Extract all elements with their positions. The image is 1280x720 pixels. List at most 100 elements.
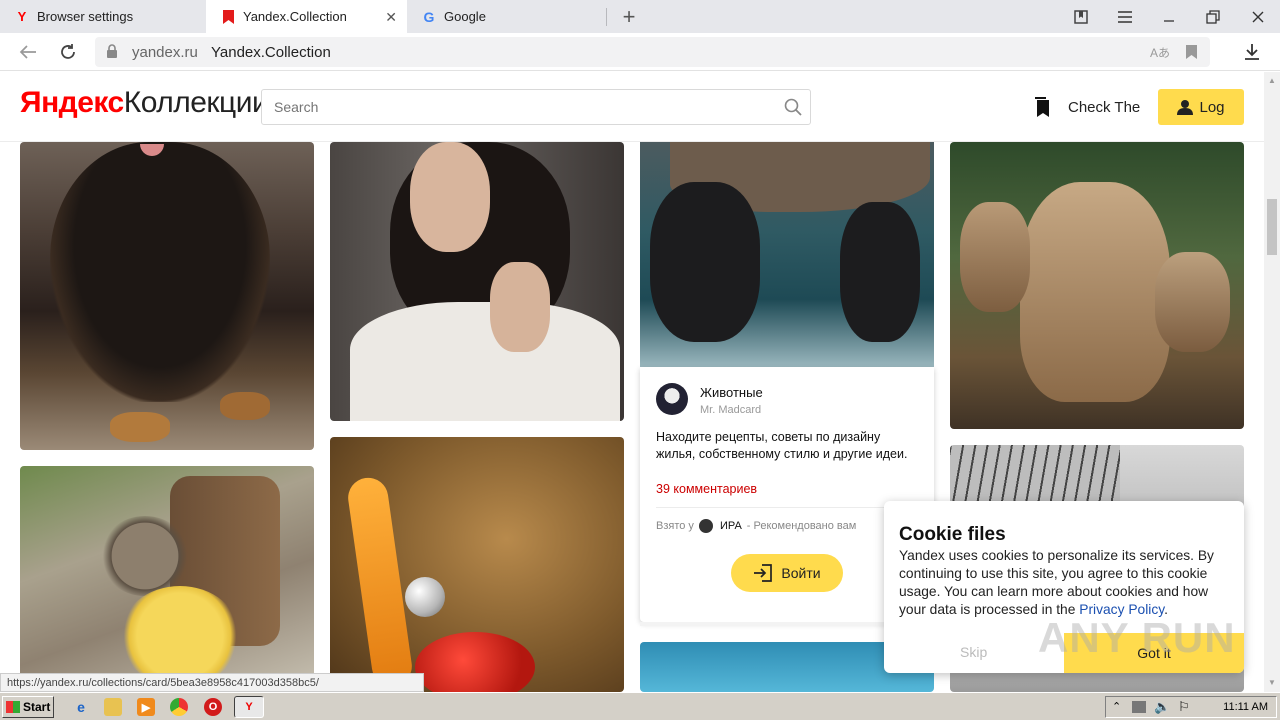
scroll-up-arrow-icon[interactable]: ▲ (1268, 76, 1276, 85)
restore-icon[interactable] (1191, 0, 1235, 33)
bookmark-red-icon (220, 9, 236, 25)
tab-google[interactable]: G Google (407, 0, 607, 33)
avatar[interactable] (656, 383, 688, 415)
tab-strip: Y Browser settings Yandex.Collection ✕ G… (0, 0, 1280, 33)
translate-icon[interactable]: Aあ (1150, 44, 1170, 61)
search-input[interactable] (262, 90, 772, 124)
clock[interactable]: 11:11 AM (1223, 701, 1268, 713)
logo-collections: Коллекции (123, 86, 269, 119)
coyote-pup-image (1155, 252, 1230, 352)
page-content: ЯндексКоллекции Check The Log (0, 72, 1264, 692)
orange-glass-image (345, 475, 415, 689)
volume-icon[interactable]: 🔈 (1154, 699, 1170, 715)
new-tab-plus-icon[interactable]: + (607, 0, 651, 33)
taken-from-row: Взято у ИРА - Рекомендовано вам (656, 519, 856, 533)
mini-avatar (698, 519, 713, 533)
chrome-icon[interactable] (170, 698, 188, 716)
collections-bookmark-icon (1035, 97, 1049, 117)
google-g-icon: G (423, 8, 435, 25)
logo-yandex: Яндекс (20, 86, 124, 119)
reload-icon[interactable] (54, 38, 82, 66)
search-box (261, 89, 811, 125)
tab-yandex-collection[interactable]: Yandex.Collection ✕ (206, 0, 407, 33)
taskbar: Start e ▶ O Y ⌃ 🔈 ⚐ 11:11 AM (0, 692, 1280, 720)
check-the-label: Check The (1068, 98, 1141, 116)
check-the-button[interactable]: Check The (1034, 94, 1140, 120)
recommended-label: - Рекомендовано вам (746, 520, 857, 532)
menu-hamburger-icon[interactable] (1103, 0, 1147, 33)
taken-from-label: Взято у (656, 520, 694, 532)
comments-link[interactable]: 39 комментариев (656, 482, 757, 496)
image-card-glass-figure[interactable] (330, 437, 624, 692)
windows-flag-icon (6, 701, 20, 713)
minimize-icon[interactable] (1147, 0, 1191, 33)
taken-from-user[interactable]: ИРА (720, 520, 742, 532)
url-domain: yandex.ru (132, 44, 198, 61)
opera-icon[interactable]: O (204, 698, 222, 716)
image-card-dog[interactable] (20, 142, 314, 450)
dog-paw-image (220, 392, 270, 420)
duckling-image (120, 586, 240, 686)
vertical-scrollbar[interactable]: ▲ ▼ (1264, 72, 1280, 692)
bookmark-add-icon[interactable] (1186, 45, 1197, 59)
ladybug-glass-image (415, 632, 535, 692)
collection-author[interactable]: Mr. Madcard (700, 404, 761, 416)
image-card-panther[interactable] (640, 142, 934, 367)
cookie-text: Yandex uses cookies to personalize its s… (899, 547, 1229, 619)
yandex-y-icon: Y (17, 9, 27, 24)
coyote-pup-image (960, 202, 1030, 312)
cookie-title: Cookie files (899, 524, 1006, 545)
url-page-title: Yandex.Collection (211, 44, 331, 61)
coyote-image (1020, 182, 1170, 402)
start-label: Start (23, 700, 51, 714)
yandex-browser-taskbar-icon[interactable]: Y (234, 696, 264, 718)
collection-title[interactable]: Животные (700, 385, 763, 400)
login-button[interactable]: Log (1158, 89, 1244, 125)
tab-browser-settings[interactable]: Y Browser settings (0, 0, 206, 33)
anyrun-watermark: ANY RUN (1038, 614, 1236, 661)
tab-title: Google (444, 9, 486, 24)
bookmarks-panel-icon[interactable] (1059, 0, 1103, 33)
search-icon[interactable] (784, 98, 802, 116)
folder-icon[interactable] (104, 698, 122, 716)
tab-title: Yandex.Collection (243, 9, 347, 24)
image-card-girl[interactable] (330, 142, 624, 421)
close-icon[interactable]: ✕ (385, 9, 397, 26)
panther-paw-image (650, 182, 760, 342)
tray-expand-icon[interactable]: ⌃ (1112, 700, 1121, 713)
scroll-down-arrow-icon[interactable]: ▼ (1268, 678, 1276, 687)
action-center-flag-icon[interactable]: ⚐ (1178, 699, 1190, 715)
login-big-label: Войти (781, 565, 821, 581)
scroll-thumb[interactable] (1267, 199, 1277, 255)
site-header: ЯндексКоллекции Check The Log (0, 72, 1264, 142)
address-bar: yandex.ru Yandex.Collection Aあ (0, 33, 1280, 71)
panther-paw-image (840, 202, 920, 342)
white-shirt-image (350, 302, 620, 421)
skip-button[interactable]: Skip (960, 644, 987, 660)
kitten-image (100, 516, 190, 596)
login-big-button[interactable]: Войти (731, 554, 843, 592)
image-card-coyotes[interactable] (950, 142, 1244, 429)
hand-image (490, 262, 550, 352)
crystal-image (405, 577, 445, 617)
collection-description: Находите рецепты, советы по дизайну жиль… (656, 430, 908, 461)
lock-icon (107, 44, 117, 58)
close-window-icon[interactable] (1236, 0, 1280, 33)
login-arrow-icon (754, 564, 773, 582)
dog-image (50, 142, 270, 402)
login-label: Log (1199, 98, 1225, 116)
downloads-icon[interactable] (1238, 38, 1266, 66)
media-player-icon[interactable]: ▶ (137, 698, 155, 716)
image-card-kitten[interactable] (20, 466, 314, 692)
face-image (410, 142, 490, 252)
start-button[interactable]: Start (2, 696, 54, 718)
url-field[interactable]: yandex.ru Yandex.Collection Aあ (95, 37, 1210, 67)
system-tray: ⌃ 🔈 ⚐ 11:11 AM (1105, 696, 1277, 718)
back-arrow-icon[interactable] (14, 38, 42, 66)
network-icon[interactable] (1132, 701, 1146, 713)
ie-icon[interactable]: e (72, 698, 90, 716)
user-icon (1177, 100, 1194, 115)
yandex-collections-logo[interactable]: ЯндексКоллекции (20, 86, 269, 120)
status-bar-url: https://yandex.ru/collections/card/5bea3… (0, 673, 424, 692)
dog-paw-image (110, 412, 170, 442)
